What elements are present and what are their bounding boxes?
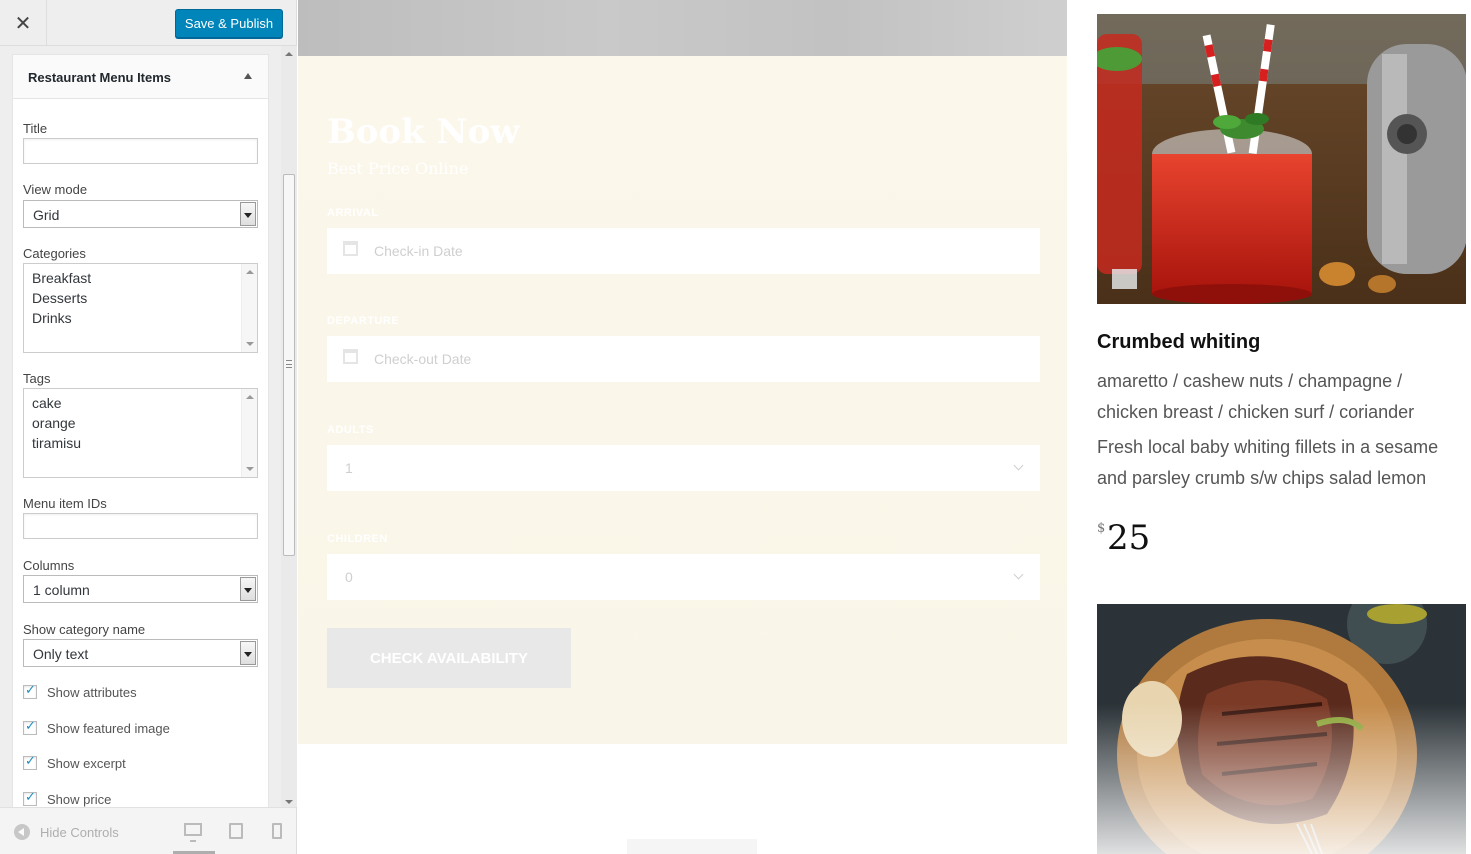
categories-listbox[interactable]: Breakfast Desserts Drinks [23, 263, 258, 353]
customizer-header: ✕ Save & Publish [0, 0, 296, 46]
menu-item-ingredients: amaretto / cashew nuts / champagne / chi… [1097, 371, 1415, 422]
children-value: 0 [345, 569, 353, 585]
departure-input[interactable]: Check-out Date [327, 336, 1040, 382]
collapse-arrow-icon[interactable] [244, 73, 252, 79]
calendar-icon [343, 241, 358, 256]
hero-image [298, 0, 1067, 56]
booking-title: Book Now [327, 112, 520, 152]
category-option[interactable]: Drinks [32, 310, 72, 326]
arrival-input[interactable]: Check-in Date [327, 228, 1040, 274]
show-attributes-label: Show attributes [47, 685, 137, 700]
dropdown-arrow-icon[interactable] [240, 577, 256, 601]
scroll-up-icon[interactable] [285, 52, 293, 56]
controls-panel: Restaurant Menu Items Title View mode Gr… [0, 46, 281, 807]
sidebar-scrollbar[interactable] [281, 46, 297, 807]
customizer-sidebar: ✕ Save & Publish Restaurant Menu Items T… [0, 0, 297, 854]
scroll-down-icon[interactable] [246, 467, 254, 471]
check-availability-button[interactable]: CHECK AVAILABILITY [327, 628, 571, 688]
departure-placeholder: Check-out Date [374, 351, 472, 367]
view-mode-select[interactable]: Grid [23, 200, 258, 228]
title-input[interactable] [23, 138, 258, 164]
dropdown-arrow-icon[interactable] [240, 641, 256, 665]
columns-value: 1 column [33, 582, 90, 598]
show-featured-image-checkbox[interactable] [23, 719, 37, 735]
tags-scrollbar[interactable] [241, 389, 257, 477]
show-price-checkbox[interactable] [23, 790, 37, 806]
booking-panel: Book Now Best Price Online ARRIVAL Check… [298, 56, 1067, 744]
show-category-select[interactable]: Only text [23, 639, 258, 667]
booking-subtitle: Best Price Online [327, 159, 469, 178]
tag-option[interactable]: cake [32, 395, 62, 411]
arrival-placeholder: Check-in Date [374, 243, 463, 259]
steak-photo [1097, 604, 1466, 854]
departure-label: DEPARTURE [327, 315, 400, 327]
desktop-preview-icon[interactable] [184, 823, 202, 842]
image-fade-overlay [1097, 604, 1466, 854]
categories-scrollbar[interactable] [241, 264, 257, 352]
drink-illustration [1097, 14, 1466, 304]
categories-label: Categories [23, 246, 86, 261]
widget-restaurant-menu-items: Restaurant Menu Items Title View mode Gr… [12, 54, 269, 807]
show-category-label: Show category name [23, 622, 146, 637]
columns-label: Columns [23, 558, 75, 573]
mobile-preview-icon[interactable] [272, 823, 282, 839]
widget-title: Restaurant Menu Items [28, 70, 172, 85]
scroll-up-icon[interactable] [246, 270, 254, 274]
view-mode-label: View mode [23, 182, 88, 197]
calendar-icon [343, 349, 358, 364]
menu-ids-input[interactable] [23, 513, 258, 539]
view-mode-value: Grid [33, 207, 60, 223]
save-publish-button[interactable]: Save & Publish [175, 9, 283, 38]
widget-header[interactable]: Restaurant Menu Items [13, 55, 268, 99]
section-tab [627, 839, 757, 854]
tablet-preview-icon[interactable] [229, 823, 243, 839]
menu-items-column: Crumbed whiting amaretto / cashew nuts /… [1097, 0, 1471, 854]
close-icon[interactable]: ✕ [0, 0, 47, 46]
customizer-footer: Hide Controls [0, 807, 296, 854]
scroll-up-icon[interactable] [246, 395, 254, 399]
show-attributes-checkbox[interactable] [23, 683, 37, 699]
menu-item-name: Crumbed whiting [1097, 331, 1261, 353]
adults-select[interactable]: 1 [327, 445, 1040, 491]
columns-select[interactable]: 1 column [23, 575, 258, 603]
tag-option[interactable]: orange [32, 415, 76, 431]
hide-controls-button[interactable]: Hide Controls [40, 825, 119, 840]
adults-value: 1 [345, 460, 353, 476]
scrollbar-thumb[interactable] [283, 174, 295, 556]
dropdown-arrow-icon[interactable] [240, 202, 256, 226]
show-excerpt-label: Show excerpt [47, 756, 126, 771]
scroll-down-icon[interactable] [246, 342, 254, 346]
site-preview: Book Now Best Price Online ARRIVAL Check… [297, 0, 1471, 854]
show-category-value: Only text [33, 646, 89, 662]
menu-item-description: Fresh local baby whiting fillets in a se… [1097, 437, 1439, 488]
tags-listbox[interactable]: cake orange tiramisu [23, 388, 258, 478]
collapse-sidebar-icon[interactable] [14, 824, 30, 840]
scroll-down-icon[interactable] [285, 800, 293, 804]
show-excerpt-checkbox[interactable] [23, 754, 37, 770]
menu-item-price: 25 [1107, 518, 1151, 558]
menu-ids-label: Menu item IDs [23, 496, 107, 511]
children-select[interactable]: 0 [327, 554, 1040, 600]
children-label: CHILDREN [327, 533, 388, 545]
tag-option[interactable]: tiramisu [32, 435, 81, 451]
arrival-label: ARRIVAL [327, 207, 379, 219]
tags-label: Tags [23, 371, 51, 386]
price-currency: $ [1097, 521, 1106, 536]
chevron-down-icon [1013, 460, 1024, 471]
category-option[interactable]: Desserts [32, 290, 87, 306]
show-price-label: Show price [47, 792, 112, 807]
drink-photo [1097, 14, 1466, 304]
category-option[interactable]: Breakfast [32, 270, 91, 286]
title-label: Title [23, 121, 48, 136]
chevron-down-icon [1013, 569, 1024, 580]
grip-icon [286, 360, 292, 368]
show-featured-image-label: Show featured image [47, 721, 170, 736]
adults-label: ADULTS [327, 424, 374, 436]
